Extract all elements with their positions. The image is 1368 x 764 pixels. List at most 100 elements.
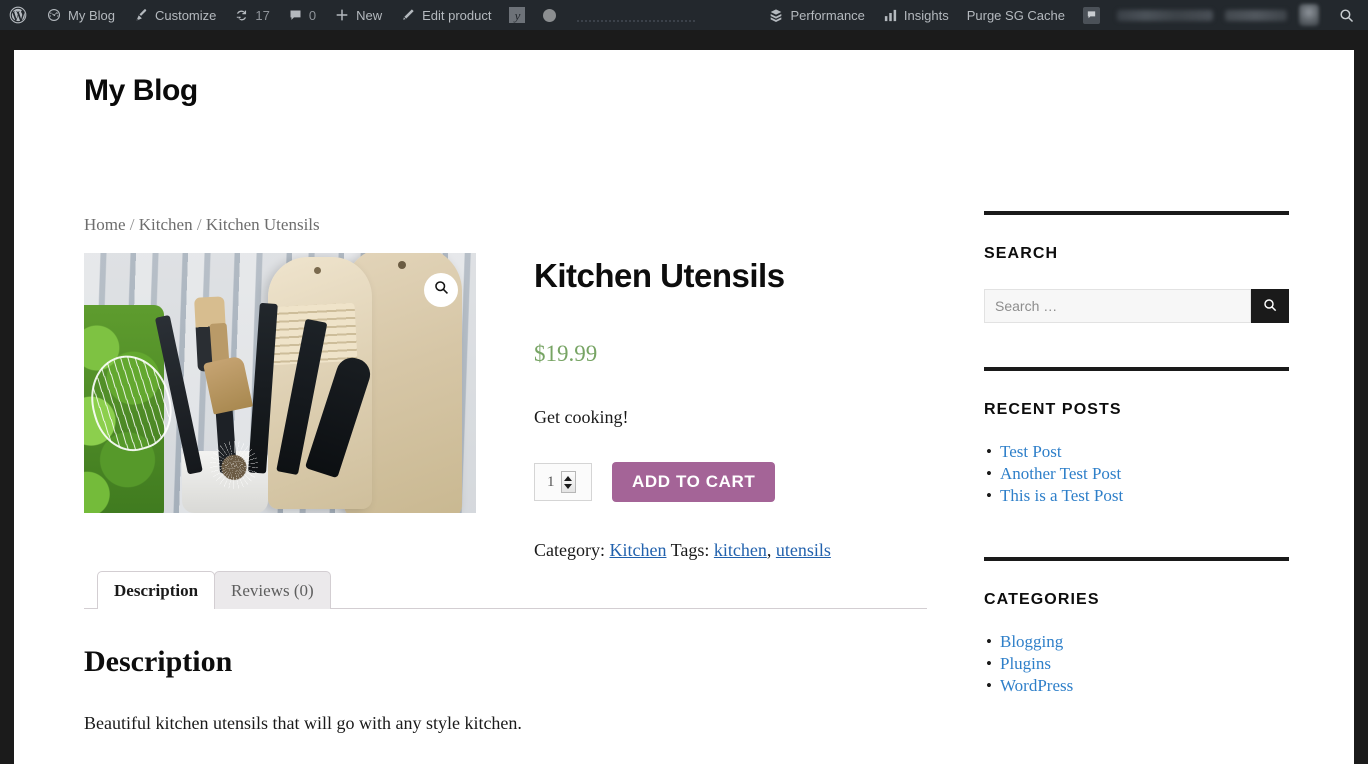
- photo-utensils-group: [154, 293, 375, 479]
- product-tabs-wrap: Description Reviews (0) Description Beau…: [84, 570, 927, 752]
- adminbar-my-account[interactable]: [1109, 0, 1329, 30]
- product-price: $19.99: [534, 341, 598, 366]
- chevron-up-icon[interactable]: [564, 475, 572, 481]
- search-icon: [1338, 7, 1355, 24]
- updates-arrows-icon: [234, 8, 249, 23]
- product-meta: Category: Kitchen Tags: kitchen, utensil…: [534, 540, 934, 561]
- tab-description[interactable]: Description: [97, 571, 216, 609]
- performance-icon: [768, 7, 784, 23]
- list-item: Plugins: [986, 653, 1289, 674]
- flag-icon: [1083, 6, 1100, 24]
- adminbar-item-customize[interactable]: Customize: [124, 0, 225, 30]
- paintbrush-icon: [133, 7, 149, 23]
- product-short-description: Get cooking!: [534, 407, 629, 427]
- adminbar-right-group: [1074, 0, 1368, 30]
- adminbar-item-yoast[interactable]: y: [500, 0, 534, 30]
- adminbar-item-new[interactable]: New: [325, 0, 391, 30]
- adminbar-item-status-dot[interactable]: [534, 0, 565, 30]
- description-heading: Description: [84, 645, 233, 678]
- quantity-value[interactable]: 1: [547, 474, 555, 491]
- adminbar-item-updates[interactable]: 17: [225, 0, 278, 30]
- list-item: Blogging: [986, 631, 1289, 652]
- tag-link-kitchen[interactable]: kitchen: [714, 540, 767, 560]
- product-image-zoom-button[interactable]: [424, 273, 458, 307]
- adminbar-updates-count: 17: [255, 7, 270, 23]
- product-gallery[interactable]: [84, 253, 476, 513]
- category-link-blogging[interactable]: Blogging: [1000, 632, 1063, 651]
- site-title[interactable]: My Blog: [84, 74, 1354, 108]
- description-body: Beautiful kitchen utensils that will go …: [84, 713, 522, 733]
- adminbar-label-my-blog: My Blog: [68, 7, 115, 23]
- category-link-plugins[interactable]: Plugins: [1000, 654, 1051, 673]
- list-item: WordPress: [986, 675, 1289, 696]
- pencil-icon: [400, 7, 416, 23]
- search-submit-button[interactable]: [1251, 289, 1289, 323]
- adminbar-item-edit-product[interactable]: Edit product: [391, 0, 500, 30]
- wp-logo-button[interactable]: [0, 0, 37, 30]
- sidebar: SEARCH RECEN: [984, 211, 1289, 697]
- breadcrumb-separator-1: /: [129, 215, 135, 234]
- add-to-cart-button[interactable]: ADD TO CART: [612, 462, 776, 502]
- user-name-redacted: [1117, 9, 1213, 21]
- quantity-spinner[interactable]: [560, 471, 576, 493]
- comment-bubble-icon: [288, 8, 303, 23]
- adminbar-label-edit-product: Edit product: [422, 7, 492, 23]
- adminbar-label-purge-cache: Purge SG Cache: [966, 7, 1065, 23]
- breadcrumb-link-home[interactable]: Home: [84, 215, 126, 234]
- plus-icon: [334, 7, 350, 23]
- category-link-kitchen[interactable]: Kitchen: [609, 540, 666, 560]
- widget-divider-search: [984, 211, 1289, 215]
- adminbar-item-my-blog[interactable]: My Blog: [37, 0, 124, 30]
- yoast-seo-icon: y: [509, 7, 526, 23]
- adminbar-notifications-button[interactable]: [1074, 0, 1109, 30]
- category-label: Category:: [534, 540, 605, 560]
- page-canvas: My Blog Home / Kitchen / Kitchen Utensil…: [14, 50, 1354, 764]
- primary-column: Home / Kitchen / Kitchen Utensils Kitche…: [84, 215, 939, 733]
- product-summary-wrap: Kitchen Utensils $19.99 Get cooking! 1 A…: [84, 253, 939, 563]
- magnifier-icon: [433, 279, 450, 301]
- adminbar-item-purge-cache[interactable]: Purge SG Cache: [958, 0, 1074, 30]
- widget-search: SEARCH: [984, 211, 1289, 323]
- adminbar-label-customize: Customize: [154, 7, 217, 23]
- tag-link-utensils[interactable]: utensils: [776, 540, 831, 560]
- widget-divider-categories: [984, 557, 1289, 561]
- categories-list: Blogging Plugins WordPress: [984, 631, 1289, 696]
- breadcrumb-link-kitchen[interactable]: Kitchen: [139, 215, 193, 234]
- bar-chart-icon: [883, 8, 898, 23]
- breadcrumb: Home / Kitchen / Kitchen Utensils: [84, 215, 939, 235]
- product-tabs: Description Reviews (0): [84, 570, 927, 609]
- wp-admin-bar: My Blog Customize 17 0 New Edit product …: [0, 0, 1368, 30]
- photo-mini-whisk: [210, 441, 258, 489]
- quantity-stepper[interactable]: 1: [534, 463, 592, 501]
- category-link-wordpress[interactable]: WordPress: [1000, 676, 1073, 695]
- product-title: Kitchen Utensils: [534, 257, 785, 294]
- tab-reviews[interactable]: Reviews (0): [214, 571, 331, 609]
- adminbar-item-performance[interactable]: Performance: [759, 0, 873, 30]
- recent-posts-list: Test Post Another Test Post This is a Te…: [984, 441, 1289, 506]
- search-icon: [1262, 297, 1278, 316]
- adminbar-item-insights[interactable]: Insights: [874, 0, 958, 30]
- recent-post-link-2[interactable]: Another Test Post: [1000, 464, 1121, 483]
- adminbar-label-new: New: [356, 7, 383, 23]
- adminbar-item-comments[interactable]: 0: [279, 0, 325, 30]
- widget-categories: CATEGORIES Blogging Plugins WordPress: [984, 557, 1289, 696]
- widget-recent-posts: RECENT POSTS Test Post Another Test Post…: [984, 367, 1289, 506]
- recent-post-link-3[interactable]: This is a Test Post: [1000, 486, 1123, 505]
- product-summary: Kitchen Utensils $19.99 Get cooking! 1 A…: [534, 253, 934, 561]
- product-image[interactable]: [84, 253, 476, 513]
- list-item: This is a Test Post: [986, 485, 1289, 506]
- chevron-down-icon[interactable]: [564, 483, 572, 489]
- widget-title-recent-posts: RECENT POSTS: [984, 401, 1122, 418]
- widget-title-categories: CATEGORIES: [984, 591, 1100, 608]
- add-to-cart-form: 1 ADD TO CART: [534, 462, 934, 502]
- wordpress-logo-icon: [8, 5, 28, 25]
- tags-separator: ,: [766, 540, 772, 560]
- dashboard-gauge-icon: [46, 7, 62, 23]
- widget-title-search: SEARCH: [984, 245, 1059, 262]
- adminbar-dotted-divider: [577, 20, 696, 22]
- recent-post-link-1[interactable]: Test Post: [1000, 442, 1062, 461]
- search-input[interactable]: [984, 289, 1251, 323]
- adminbar-search-button[interactable]: [1329, 0, 1364, 30]
